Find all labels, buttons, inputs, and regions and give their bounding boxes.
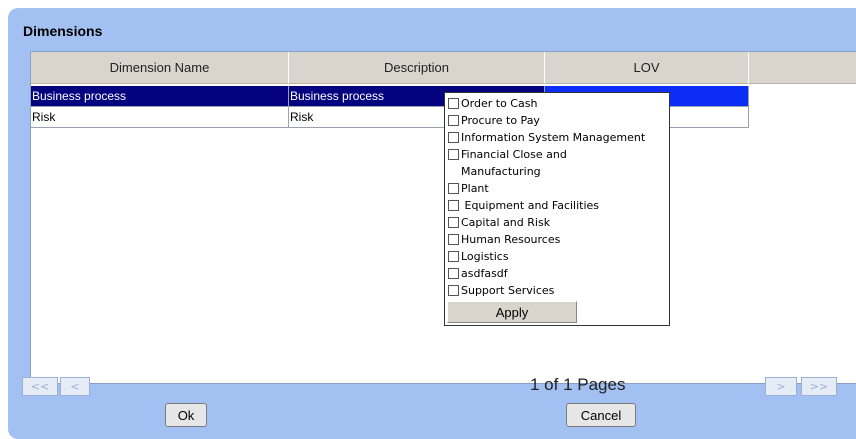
lov-option-label: Financial Close and — [461, 148, 567, 161]
lov-option-label: Order to Cash — [461, 97, 538, 110]
lov-option[interactable]: Equipment and Facilities — [448, 197, 599, 214]
cell-dimension-name[interactable]: Business process — [31, 86, 289, 107]
lov-option[interactable]: Order to Cash — [448, 95, 537, 112]
checkbox[interactable] — [448, 115, 459, 126]
cancel-button[interactable]: Cancel — [566, 403, 636, 427]
lov-option[interactable]: asdfasdf — [448, 265, 508, 282]
lov-option-label: Information System Management — [461, 131, 646, 144]
checkbox[interactable] — [448, 268, 459, 279]
lov-option[interactable]: Financial Close and — [448, 146, 567, 163]
lov-option-label: Human Resources — [461, 233, 561, 246]
apply-button[interactable]: Apply — [447, 301, 577, 323]
lov-option[interactable]: Procure to Pay — [448, 112, 540, 129]
lov-option[interactable]: Manufacturing — [448, 163, 541, 180]
column-header-description[interactable]: Description — [289, 52, 545, 84]
dimensions-table: Dimension Name Description LOV Business … — [30, 51, 856, 384]
last-page-button[interactable]: >> — [801, 377, 837, 396]
column-header-lov[interactable]: LOV — [545, 52, 749, 84]
lov-option-label: Support Services — [461, 284, 555, 297]
panel-title: Dimensions — [23, 23, 103, 39]
checkbox[interactable] — [448, 98, 459, 109]
lov-option-label: Logistics — [461, 250, 509, 263]
lov-option-label: Plant — [461, 182, 489, 195]
page-status: 1 of 1 Pages — [530, 375, 626, 394]
checkbox[interactable] — [448, 183, 459, 194]
lov-option-label: Capital and Risk — [461, 216, 551, 229]
column-header-blank — [749, 52, 856, 84]
lov-option[interactable]: Information System Management — [448, 129, 645, 146]
ok-button[interactable]: Ok — [165, 403, 207, 427]
column-header-dimension-name[interactable]: Dimension Name — [31, 52, 289, 84]
cell-dimension-name[interactable]: Risk — [31, 107, 289, 128]
lov-option-label: Procure to Pay — [461, 114, 540, 127]
lov-option-label: Manufacturing — [461, 165, 541, 178]
checkbox[interactable] — [448, 251, 459, 262]
checkbox[interactable] — [448, 132, 459, 143]
prev-page-button[interactable]: < — [60, 377, 90, 396]
next-page-button[interactable]: > — [765, 377, 797, 396]
lov-option[interactable]: Logistics — [448, 248, 509, 265]
lov-option-label: asdfasdf — [461, 267, 508, 280]
first-page-button[interactable]: << — [22, 377, 58, 396]
checkbox[interactable] — [448, 200, 459, 211]
dimensions-panel: Dimensions Dimension Name Description LO… — [8, 8, 856, 439]
lov-option[interactable]: Support Services — [448, 282, 554, 299]
checkbox[interactable] — [448, 149, 459, 160]
checkbox[interactable] — [448, 217, 459, 228]
lov-option-label: Equipment and Facilities — [461, 199, 600, 212]
lov-option[interactable]: Capital and Risk — [448, 214, 550, 231]
lov-option[interactable]: Human Resources — [448, 231, 560, 248]
checkbox[interactable] — [448, 234, 459, 245]
lov-option[interactable]: Plant — [448, 180, 489, 197]
checkbox[interactable] — [448, 285, 459, 296]
lov-dropdown-popup: Order to Cash Procure to Pay Information… — [444, 92, 670, 326]
